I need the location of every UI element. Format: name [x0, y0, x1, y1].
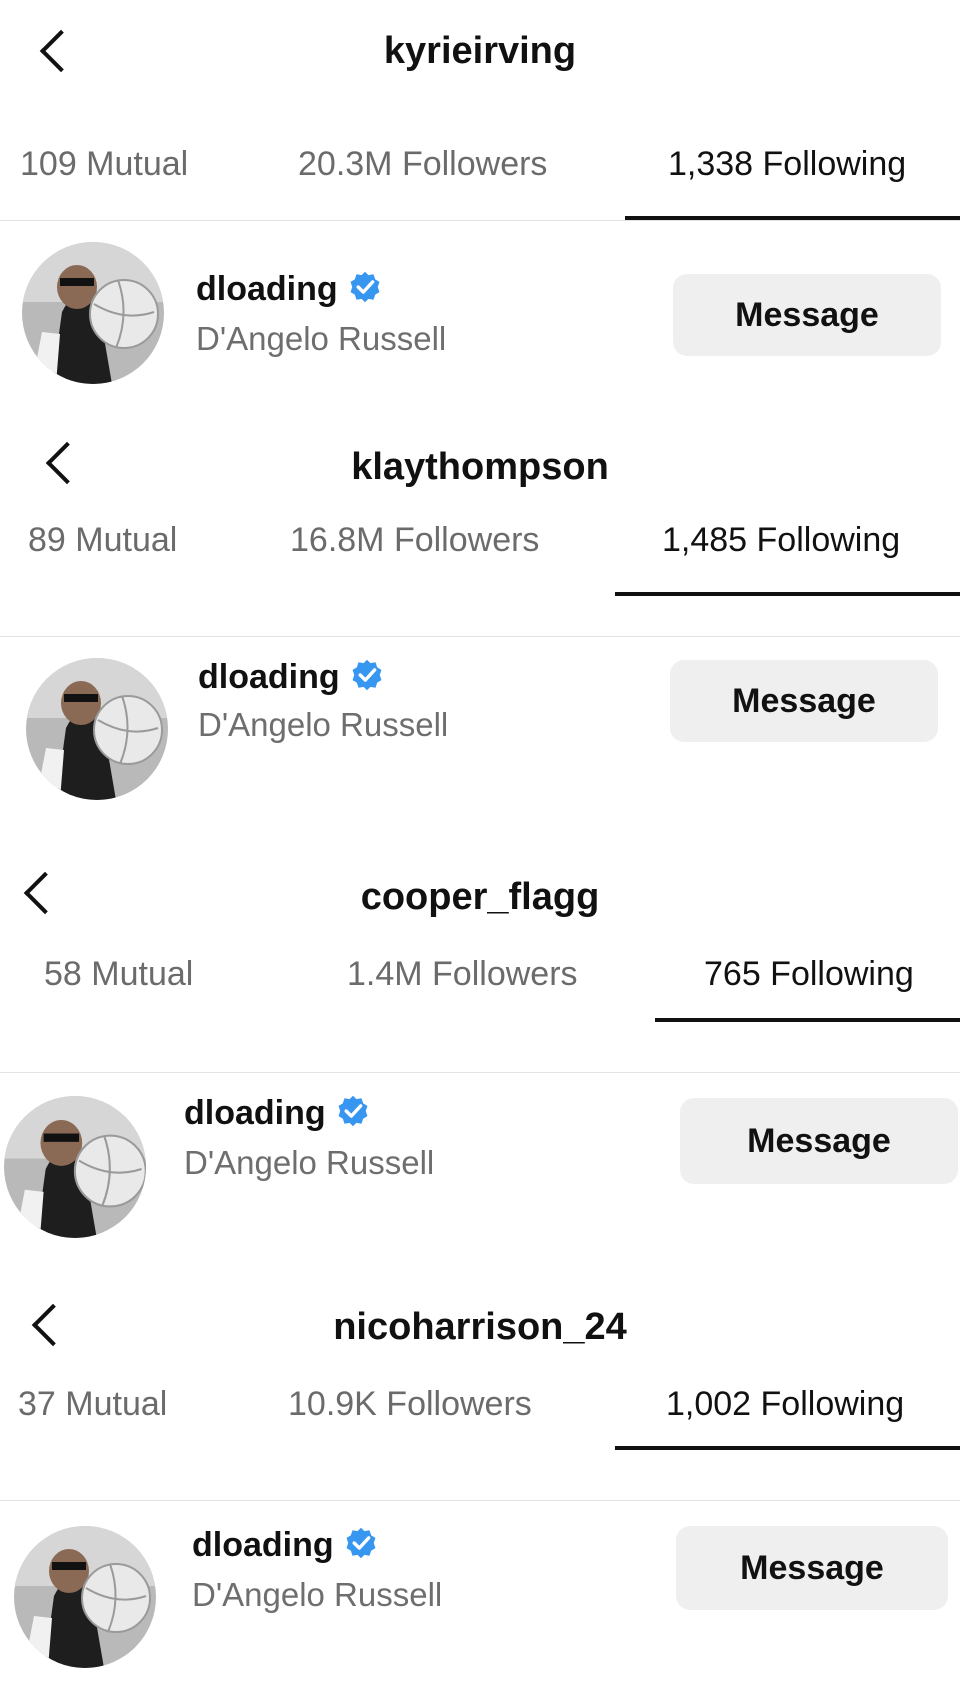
tabs-divider [0, 636, 960, 637]
profile-title: klaythompson [351, 446, 609, 488]
follow-tabs: 58 Mutual 1.4M Followers 765 Following [0, 955, 960, 1054]
follow-tabs: 89 Mutual 16.8M Followers 1,485 Followin… [0, 521, 960, 622]
tab-following[interactable]: 1,485 Following [662, 500, 900, 580]
message-button[interactable]: Message [673, 274, 941, 356]
user-row[interactable]: dloading D'Angelo Russell Message [0, 658, 960, 808]
active-tab-indicator [615, 592, 960, 596]
message-button[interactable]: Message [676, 1526, 948, 1610]
tabs-divider [0, 1500, 960, 1501]
message-button[interactable]: Message [680, 1098, 958, 1184]
tab-followers[interactable]: 20.3M Followers [298, 124, 547, 204]
tab-followers[interactable]: 10.9K Followers [288, 1364, 532, 1444]
result-full-name: D'Angelo Russell [192, 1576, 443, 1613]
message-button[interactable]: Message [670, 660, 938, 742]
verified-badge-icon [346, 1527, 376, 1559]
tab-following[interactable]: 1,002 Following [666, 1364, 904, 1444]
user-row[interactable]: dloading D'Angelo Russell Message [0, 240, 960, 390]
avatar-image [26, 658, 168, 800]
avatar-image [14, 1526, 156, 1668]
profile-panel-nicoharrison-24: nicoharrison_24 37 Mutual 10.9K Follower… [0, 1280, 960, 1690]
username-text: dloading [198, 658, 340, 696]
profile-panel-klaythompson: klaythompson 89 Mutual 16.8M Followers 1… [0, 418, 960, 818]
avatar-image [22, 242, 164, 384]
profile-title: nicoharrison_24 [333, 1306, 627, 1348]
follow-tabs: 109 Mutual 20.3M Followers 1,338 Followi… [0, 124, 960, 220]
tab-followers[interactable]: 16.8M Followers [290, 500, 539, 580]
tab-mutual[interactable]: 37 Mutual [18, 1364, 167, 1444]
tab-followers[interactable]: 1.4M Followers [347, 934, 578, 1014]
avatar[interactable] [22, 242, 164, 384]
profile-panel-kyrieirving: kyrieirving 109 Mutual 20.3M Followers 1… [0, 0, 960, 400]
username-text: dloading [192, 1526, 334, 1564]
avatar[interactable] [4, 1096, 146, 1238]
tab-following[interactable]: 1,338 Following [668, 124, 906, 204]
verified-badge-icon [338, 1095, 368, 1127]
tab-following[interactable]: 765 Following [704, 934, 914, 1014]
profile-title: kyrieirving [383, 30, 577, 72]
username-text: dloading [184, 1094, 326, 1132]
active-tab-indicator [615, 1446, 960, 1450]
tab-mutual[interactable]: 58 Mutual [44, 934, 193, 1014]
avatar[interactable] [14, 1526, 156, 1668]
tabs-divider [0, 1072, 960, 1073]
avatar[interactable] [26, 658, 168, 800]
profile-panel-cooper-flagg: cooper_flagg 58 Mutual 1.4M Followers 76… [0, 850, 960, 1250]
result-full-name: D'Angelo Russell [196, 320, 447, 357]
verified-badge-icon [352, 659, 382, 691]
result-full-name: D'Angelo Russell [184, 1144, 435, 1181]
tab-mutual[interactable]: 89 Mutual [28, 500, 177, 580]
tabs-divider [0, 220, 960, 221]
user-row[interactable]: dloading D'Angelo Russell Message [0, 1094, 960, 1244]
result-full-name: D'Angelo Russell [198, 706, 449, 743]
result-username[interactable]: dloading [198, 658, 384, 697]
result-username[interactable]: dloading [184, 1094, 370, 1133]
result-username[interactable]: dloading [192, 1526, 378, 1565]
result-username[interactable]: dloading [196, 270, 382, 309]
profile-title: cooper_flagg [360, 876, 600, 918]
verified-badge-icon [350, 271, 380, 303]
active-tab-indicator [655, 1018, 960, 1022]
follow-tabs: 37 Mutual 10.9K Followers 1,002 Followin… [0, 1385, 960, 1484]
tab-mutual[interactable]: 109 Mutual [20, 124, 188, 204]
avatar-image [4, 1096, 146, 1238]
username-text: dloading [196, 270, 338, 308]
user-row[interactable]: dloading D'Angelo Russell Message [0, 1526, 960, 1676]
